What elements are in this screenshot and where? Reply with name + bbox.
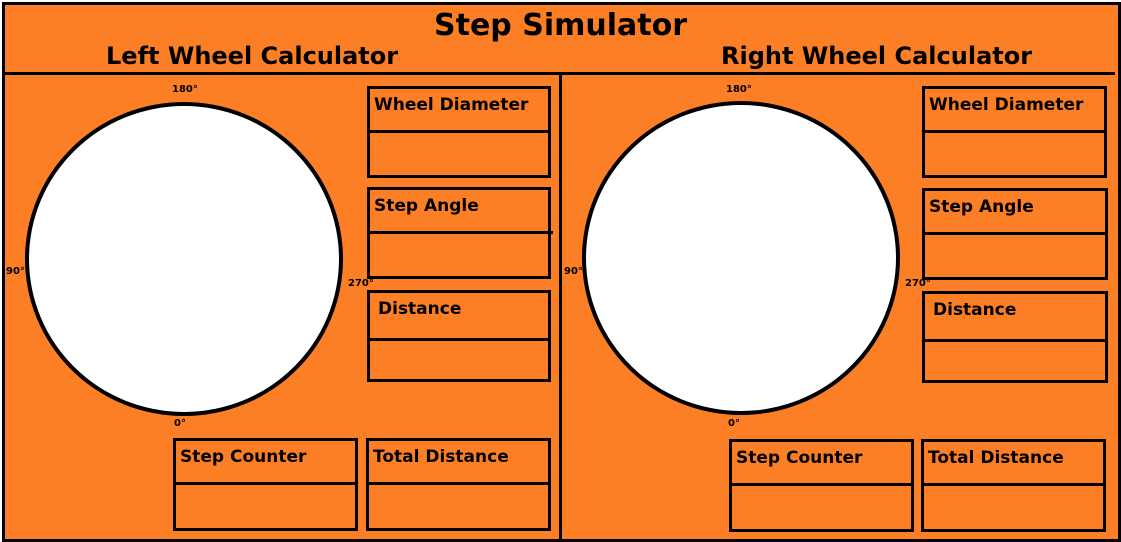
right-wheel-angle-left: 90° bbox=[564, 266, 583, 277]
right-step-angle-input[interactable] bbox=[925, 235, 1105, 277]
left-distance-input[interactable] bbox=[370, 341, 548, 379]
left-wheel-diameter-label: Wheel Diameter bbox=[374, 95, 529, 115]
left-total-distance-box: Total Distance bbox=[366, 438, 551, 531]
right-wheel-angle-top: 180° bbox=[726, 84, 752, 95]
left-step-counter-box: Step Counter bbox=[173, 438, 358, 531]
left-total-distance-input[interactable] bbox=[369, 485, 548, 528]
left-wheel-angle-right: 270° bbox=[348, 278, 374, 289]
right-wheel-angle-bottom: 0° bbox=[728, 418, 740, 429]
right-step-angle-label: Step Angle bbox=[929, 197, 1034, 217]
panel-divider bbox=[559, 75, 562, 539]
left-wheel-angle-bottom: 0° bbox=[174, 418, 186, 429]
left-wheel-diameter-box: Wheel Diameter bbox=[367, 86, 551, 178]
right-wheel-diameter-box: Wheel Diameter bbox=[922, 86, 1107, 178]
left-wheel-angle-top: 180° bbox=[172, 84, 198, 95]
left-distance-label: Distance bbox=[378, 299, 462, 319]
left-total-distance-label: Total Distance bbox=[373, 447, 509, 467]
left-wheel-diameter-input[interactable] bbox=[370, 133, 548, 175]
right-total-distance-input[interactable] bbox=[924, 486, 1103, 529]
left-step-counter-label: Step Counter bbox=[180, 447, 307, 467]
right-step-counter-input[interactable] bbox=[732, 486, 911, 529]
right-total-distance-label: Total Distance bbox=[928, 448, 1064, 468]
left-step-counter-input[interactable] bbox=[176, 485, 355, 528]
step-simulator-app: Step Simulator Left Wheel Calculator 180… bbox=[0, 0, 1121, 542]
left-panel-title: Left Wheel Calculator bbox=[106, 42, 399, 70]
right-step-counter-label: Step Counter bbox=[736, 448, 863, 468]
right-step-counter-box: Step Counter bbox=[729, 439, 914, 532]
right-panel-title: Right Wheel Calculator bbox=[721, 42, 1033, 70]
left-step-angle-box: Step Angle bbox=[367, 187, 553, 279]
right-wheel-diameter-input[interactable] bbox=[925, 133, 1104, 175]
right-wheel[interactable] bbox=[582, 101, 900, 415]
right-step-angle-box: Step Angle bbox=[922, 188, 1108, 280]
left-step-angle-input[interactable] bbox=[370, 234, 548, 276]
right-distance-input[interactable] bbox=[925, 342, 1105, 380]
left-step-angle-label: Step Angle bbox=[374, 196, 479, 216]
left-distance-box: Distance bbox=[367, 290, 551, 382]
left-wheel-angle-left: 90° bbox=[6, 266, 25, 277]
right-distance-label: Distance bbox=[933, 300, 1017, 320]
right-total-distance-box: Total Distance bbox=[921, 439, 1106, 532]
right-wheel-diameter-label: Wheel Diameter bbox=[929, 95, 1084, 115]
left-wheel[interactable] bbox=[25, 102, 343, 416]
right-distance-box: Distance bbox=[922, 291, 1108, 383]
app-title: Step Simulator bbox=[434, 8, 687, 43]
